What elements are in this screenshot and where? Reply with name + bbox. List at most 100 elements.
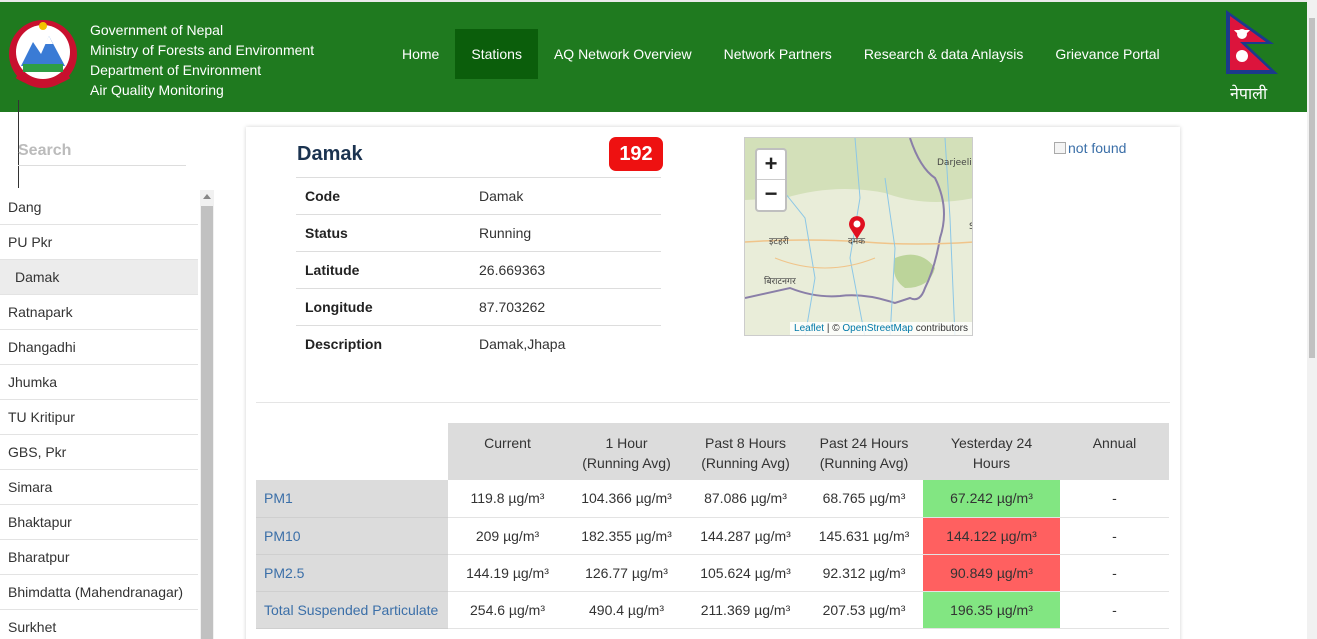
cell-8-hours: 211.369 µg/m³ xyxy=(686,591,805,629)
pollutant-row-pm10: PM10 209 µg/m³ 182.355 µg/m³ 144.287 µg/… xyxy=(256,517,1169,555)
station-list-scrollbar-thumb[interactable] xyxy=(201,206,213,639)
info-value: 26.669363 xyxy=(470,251,661,289)
header-line: (Running Avg) xyxy=(582,455,671,471)
cell-1-hour: 126.77 µg/m³ xyxy=(567,554,686,592)
cell-annual: - xyxy=(1060,591,1169,629)
info-label: Status xyxy=(296,214,470,252)
cell-1-hour: 490.4 µg/m³ xyxy=(567,591,686,629)
government-title-lines: Government of Nepal Ministry of Forests … xyxy=(90,20,314,100)
broken-image-icon xyxy=(1054,142,1066,154)
header-line: Current xyxy=(484,435,531,451)
pollutant-row-pm25: PM2.5 144.19 µg/m³ 126.77 µg/m³ 105.624 … xyxy=(256,554,1169,592)
header-blank xyxy=(256,423,448,480)
header-line: Hours xyxy=(972,455,1011,471)
cell-8-hours: 87.086 µg/m³ xyxy=(686,480,805,518)
station-item-bhimdatta[interactable]: Bhimdatta (Mahendranagar) xyxy=(0,575,198,610)
map-zoom-out-button[interactable]: − xyxy=(757,180,785,210)
station-map[interactable]: Darjeeli इटहरी दमक बिराटनगर S + − Leafle… xyxy=(744,137,973,336)
pollutant-header-row: Current 1 Hour (Running Avg) Past 8 Hours… xyxy=(256,423,1169,480)
page-scrollbar-thumb[interactable] xyxy=(1309,18,1315,358)
header-line: 1 Hour xyxy=(605,435,648,451)
nav-grievance-portal[interactable]: Grievance Portal xyxy=(1039,29,1175,79)
station-list-scrollbar[interactable] xyxy=(200,190,214,639)
language-toggle[interactable]: नेपाली xyxy=(1230,82,1267,104)
header-line: Yesterday 24 xyxy=(950,435,1033,451)
cell-current: 209 µg/m³ xyxy=(448,517,567,555)
station-item-dang[interactable]: Dang xyxy=(0,190,198,225)
header-8-hours: Past 8 Hours (Running Avg) xyxy=(686,423,805,480)
aqi-badge: 192 xyxy=(609,137,663,171)
pollutant-link-pm10[interactable]: PM10 xyxy=(256,517,448,555)
nav-stations[interactable]: Stations xyxy=(455,29,538,79)
info-row: Description Damak,Jhapa xyxy=(296,325,661,363)
gov-line: Ministry of Forests and Environment xyxy=(90,42,315,58)
cell-8-hours: 144.287 µg/m³ xyxy=(686,517,805,555)
pollutant-row-tsp: Total Suspended Particulate 254.6 µg/m³ … xyxy=(256,591,1169,629)
station-title: Damak xyxy=(297,143,363,165)
main-nav: Home Stations AQ Network Overview Networ… xyxy=(386,29,1176,79)
station-item-ratnapark[interactable]: Ratnapark xyxy=(0,295,198,330)
attribution-suffix: contributors xyxy=(912,323,968,334)
scroll-up-arrow-icon[interactable] xyxy=(203,194,211,199)
station-list: Dang PU Pkr Damak Ratnapark Dhangadhi Jh… xyxy=(0,190,198,639)
station-item-gbs-pkr[interactable]: GBS, Pkr xyxy=(0,435,198,470)
info-value: Running xyxy=(470,214,661,252)
map-zoom-in-button[interactable]: + xyxy=(757,150,785,180)
info-value: 87.703262 xyxy=(470,288,661,326)
info-label: Latitude xyxy=(296,251,470,289)
page: Government of Nepal Ministry of Forests … xyxy=(0,0,1317,639)
header-line: Annual xyxy=(1092,435,1137,451)
station-item-bharatpur[interactable]: Bharatpur xyxy=(0,540,198,575)
station-item-surkhet[interactable]: Surkhet xyxy=(0,610,198,639)
nav-research-data-analysis[interactable]: Research & data Anlaysis xyxy=(848,29,1040,79)
info-row: Longitude 87.703262 xyxy=(296,288,661,326)
station-item-pu-pkr[interactable]: PU Pkr xyxy=(0,225,198,260)
nav-network-partners[interactable]: Network Partners xyxy=(708,29,848,79)
map-label-itahari: इटहरी xyxy=(769,237,789,247)
cell-yesterday: 90.849 µg/m³ xyxy=(923,554,1060,592)
nepal-flag-icon[interactable] xyxy=(1222,8,1284,76)
osm-link[interactable]: OpenStreetMap xyxy=(842,323,913,334)
info-row: Code Damak xyxy=(296,177,661,215)
leaflet-link[interactable]: Leaflet xyxy=(794,323,824,334)
nav-home[interactable]: Home xyxy=(386,29,455,79)
map-attribution: Leaflet | © OpenStreetMap contributors xyxy=(790,322,972,335)
cell-yesterday: 144.122 µg/m³ xyxy=(923,517,1060,555)
cell-current: 119.8 µg/m³ xyxy=(448,480,567,518)
station-detail-card: Damak 192 Code Damak Status Running Latitu… xyxy=(246,127,1180,639)
info-value: Damak,Jhapa xyxy=(470,325,661,363)
header-current: Current xyxy=(448,423,567,480)
map-marker-icon[interactable] xyxy=(848,216,866,240)
gov-line: Department of Environment xyxy=(90,62,262,78)
pollutant-link-tsp[interactable]: Total Suspended Particulate xyxy=(256,591,448,629)
pollutant-link-pm25[interactable]: PM2.5 xyxy=(256,554,448,592)
header-line: (Running Avg) xyxy=(819,455,909,471)
header-yesterday: Yesterday 24 Hours xyxy=(923,423,1060,480)
station-item-jhumka[interactable]: Jhumka xyxy=(0,365,198,400)
station-item-simara[interactable]: Simara xyxy=(0,470,198,505)
station-item-bhaktapur[interactable]: Bhaktapur xyxy=(0,505,198,540)
map-zoom-control: + − xyxy=(755,148,787,212)
nav-aq-network-overview[interactable]: AQ Network Overview xyxy=(538,29,708,79)
pollutant-table: Current 1 Hour (Running Avg) Past 8 Hours… xyxy=(256,423,1169,629)
header-1-hour: 1 Hour (Running Avg) xyxy=(567,423,686,480)
cell-annual: - xyxy=(1060,480,1169,518)
info-label: Description xyxy=(296,325,470,363)
header-annual: Annual xyxy=(1060,423,1169,480)
cell-24-hours: 207.53 µg/m³ xyxy=(805,591,923,629)
station-search-input[interactable] xyxy=(18,136,186,166)
gov-line: Government of Nepal xyxy=(90,22,224,38)
page-scrollbar[interactable] xyxy=(1307,0,1317,639)
site-header: Government of Nepal Ministry of Forests … xyxy=(0,0,1307,112)
cell-1-hour: 104.366 µg/m³ xyxy=(567,480,686,518)
cell-1-hour: 182.355 µg/m³ xyxy=(567,517,686,555)
info-label: Longitude xyxy=(296,288,470,326)
pollutant-row-pm1: PM1 119.8 µg/m³ 104.366 µg/m³ 87.086 µg/… xyxy=(256,480,1169,518)
station-item-damak[interactable]: Damak xyxy=(0,260,198,295)
station-item-dhangadhi[interactable]: Dhangadhi xyxy=(0,330,198,365)
cell-yesterday: 196.35 µg/m³ xyxy=(923,591,1060,629)
nepal-emblem-icon[interactable] xyxy=(7,16,79,92)
station-item-tu-kritipur[interactable]: TU Kritipur xyxy=(0,400,198,435)
header-line: (Running Avg) xyxy=(701,455,790,471)
pollutant-link-pm1[interactable]: PM1 xyxy=(256,480,448,518)
